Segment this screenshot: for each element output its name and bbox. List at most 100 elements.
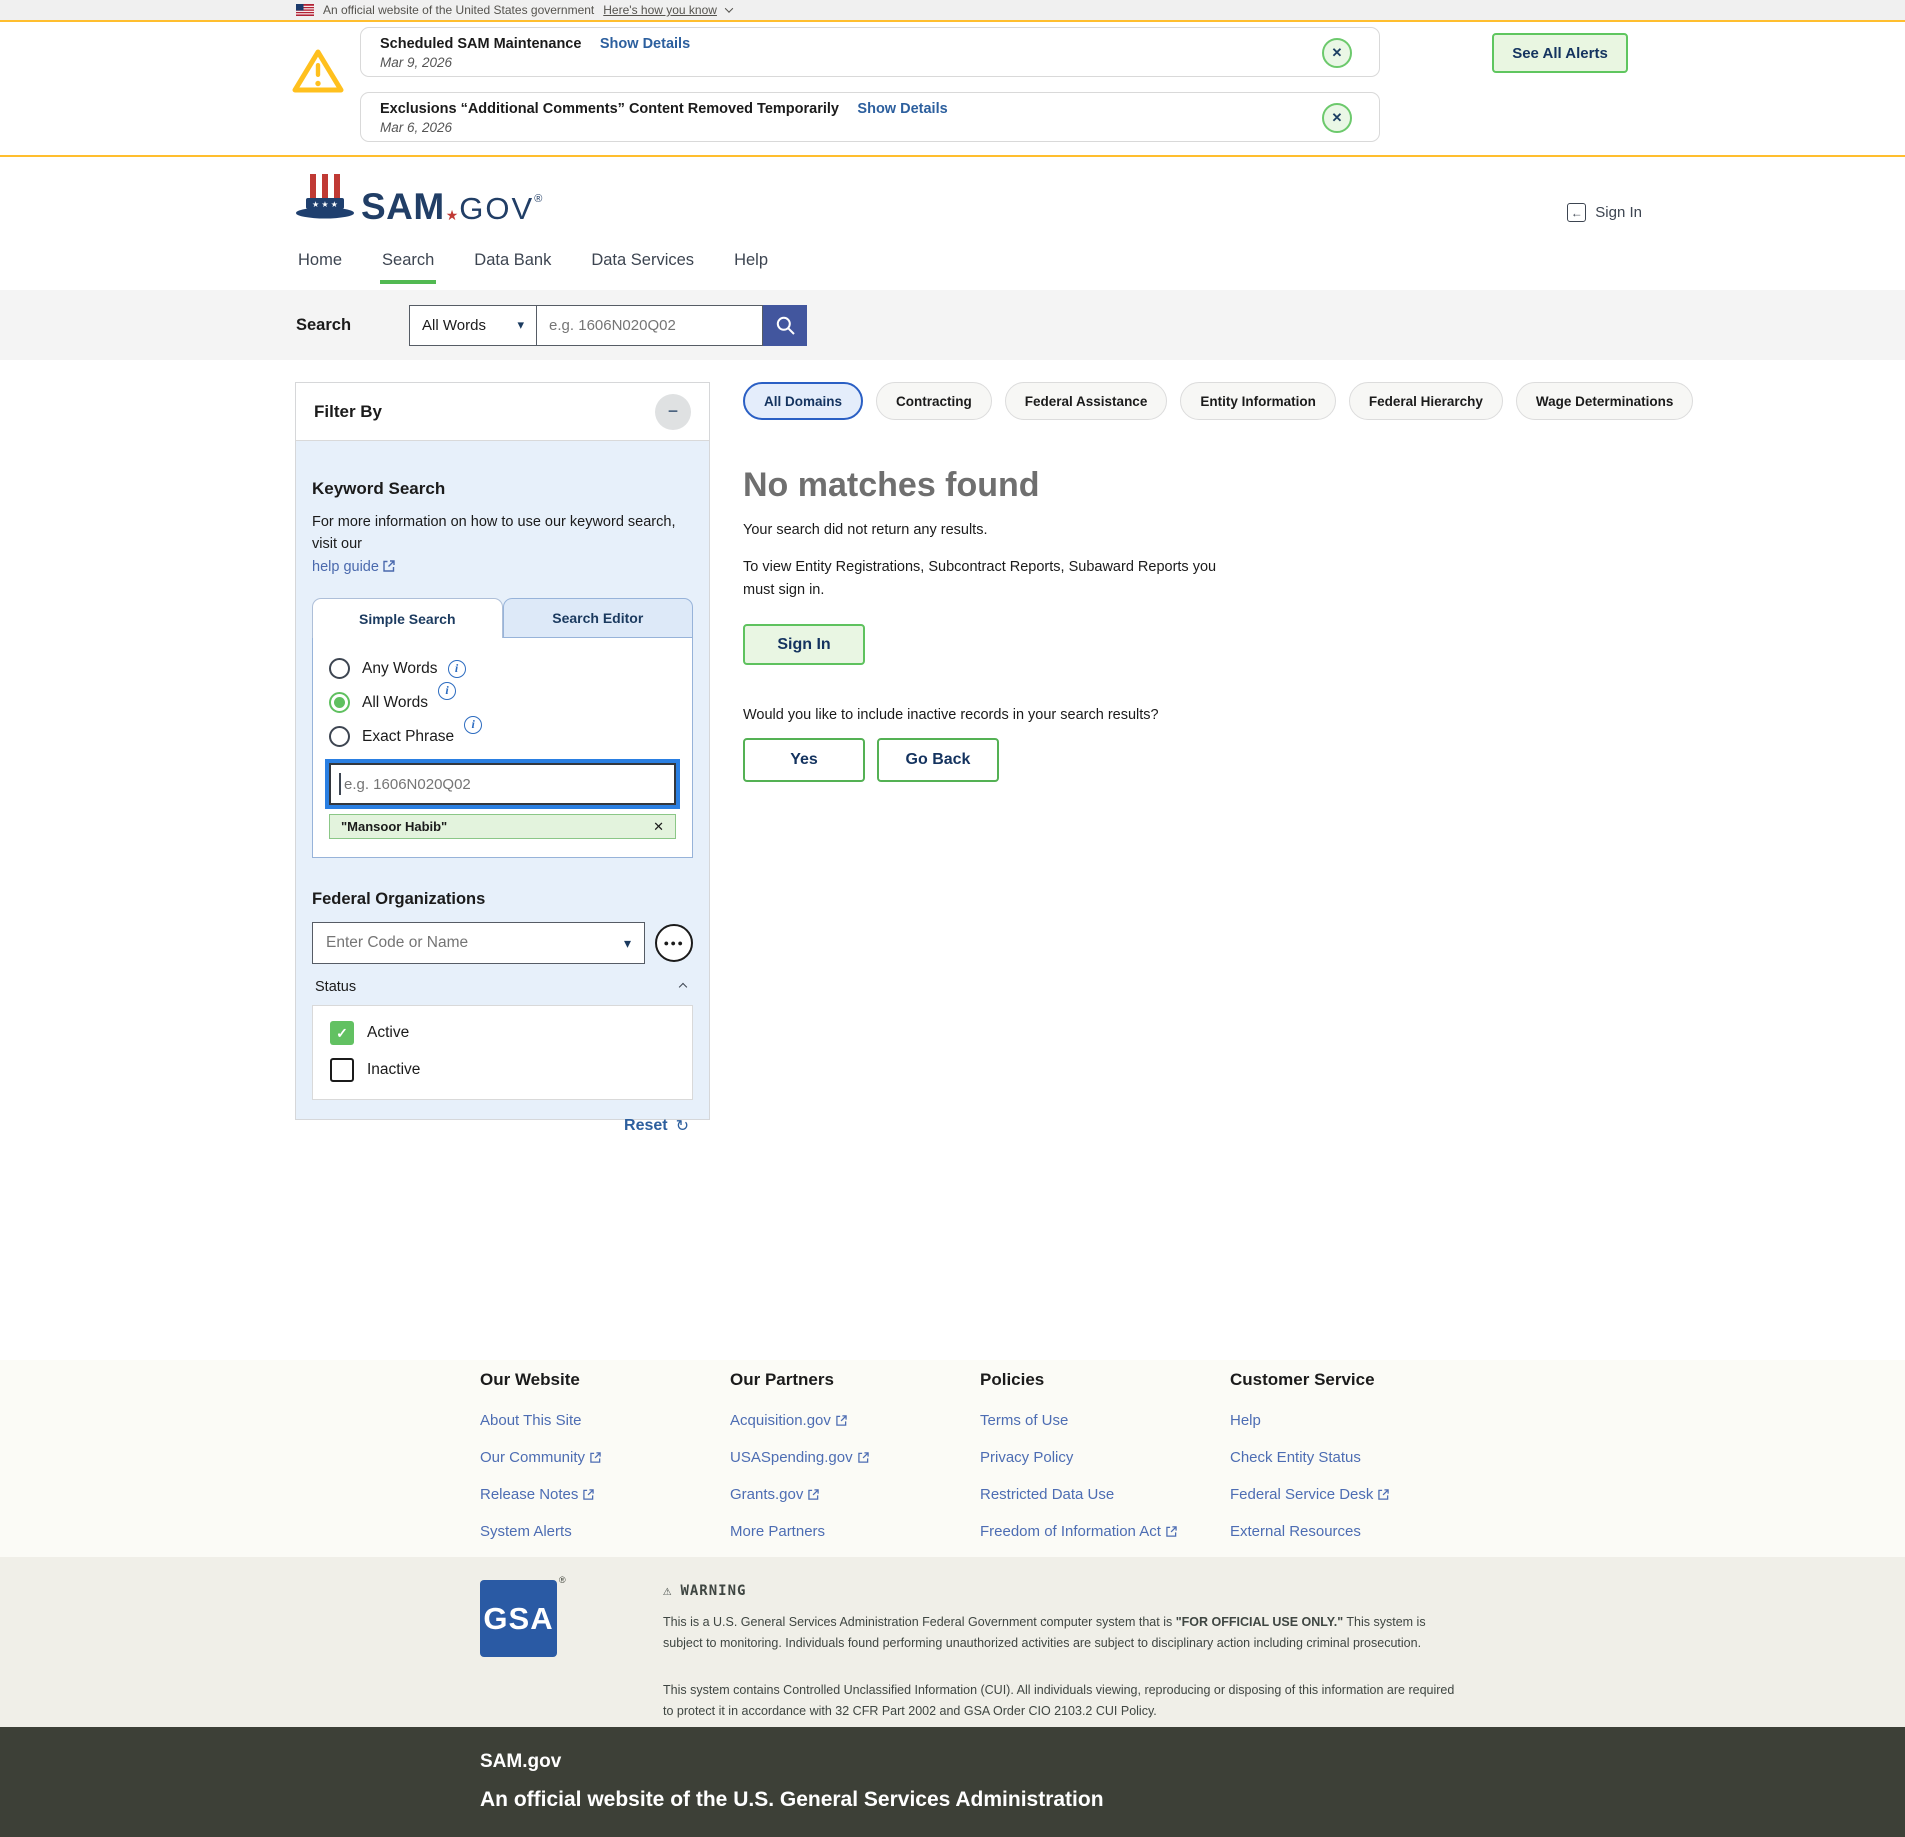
- include-inactive-question: Would you like to include inactive recor…: [743, 707, 1583, 723]
- footer-link-privacy-policy[interactable]: Privacy Policy: [980, 1449, 1230, 1466]
- see-all-alerts-button[interactable]: See All Alerts: [1492, 33, 1628, 73]
- results-sign-in-button[interactable]: Sign In: [743, 624, 865, 665]
- header-sign-in-link[interactable]: ← Sign In: [1567, 203, 1642, 222]
- domain-tab-all-domains[interactable]: All Domains: [743, 382, 863, 420]
- search-icon: [775, 315, 796, 336]
- footer-link-about-this-site[interactable]: About This Site: [480, 1412, 730, 1429]
- search-mode-select[interactable]: All Words ▾: [409, 305, 537, 346]
- chevron-down-icon: [725, 4, 733, 12]
- alert-date: Mar 9, 2026: [380, 55, 1309, 70]
- info-icon[interactable]: i: [438, 682, 456, 700]
- radio-any-words[interactable]: [329, 658, 350, 679]
- more-organizations-button[interactable]: ●●●: [655, 924, 693, 962]
- filter-by-title: Filter By: [314, 402, 382, 422]
- status-options: ✓ Active Inactive: [312, 1005, 693, 1100]
- footer-link-help[interactable]: Help: [1230, 1412, 1480, 1429]
- footer-link-restricted-data-use[interactable]: Restricted Data Use: [980, 1486, 1230, 1503]
- warning-triangle-icon: [292, 48, 344, 94]
- sign-in-required-message: To view Entity Registrations, Subcontrac…: [743, 556, 1243, 602]
- nav-item-data-bank[interactable]: Data Bank: [472, 245, 553, 280]
- sam-gov-logo[interactable]: ★ ★ ★ SAM ★ GOV ®: [293, 171, 542, 223]
- footer-link-external-resources[interactable]: External Resources: [1230, 1523, 1480, 1540]
- domain-tab-contracting[interactable]: Contracting: [876, 382, 992, 420]
- alert-exclusions: Exclusions “Additional Comments” Content…: [360, 92, 1380, 142]
- federal-orgs-combobox[interactable]: Enter Code or Name ▾: [312, 922, 645, 964]
- domain-tabs: All Domains Contracting Federal Assistan…: [743, 382, 1583, 420]
- domain-tab-entity-information[interactable]: Entity Information: [1180, 382, 1336, 420]
- logo-sam-text: SAM: [361, 190, 445, 223]
- collapse-filters-button[interactable]: −: [655, 394, 691, 430]
- no-results-message: Your search did not return any results.: [743, 522, 1583, 538]
- footer-column-heading: Policies: [980, 1370, 1230, 1390]
- top-search-input[interactable]: [537, 305, 763, 346]
- tab-search-editor[interactable]: Search Editor: [503, 598, 694, 638]
- external-link-icon: [808, 1489, 819, 1500]
- keyword-help-text: For more information on how to use our k…: [312, 511, 693, 578]
- search-submit-button[interactable]: [763, 305, 807, 346]
- keyword-search-input[interactable]: [329, 763, 676, 805]
- alert-close-button[interactable]: ✕: [1322, 38, 1352, 68]
- logo-gov-text: GOV: [459, 194, 534, 223]
- warning-paragraph-2: This system contains Controlled Unclassi…: [663, 1680, 1455, 1721]
- how-you-know-link[interactable]: Here's how you know: [603, 3, 717, 17]
- footer-link-release-notes[interactable]: Release Notes: [480, 1486, 730, 1503]
- status-section-header[interactable]: Status: [312, 979, 693, 995]
- main-nav: Home Search Data Bank Data Services Help: [0, 245, 1905, 290]
- search-strip: Search All Words ▾: [0, 290, 1905, 360]
- footer-link-usaspending-gov[interactable]: USASpending.gov: [730, 1449, 980, 1466]
- info-icon[interactable]: i: [448, 660, 466, 678]
- nav-item-help[interactable]: Help: [732, 245, 770, 280]
- domain-tab-federal-assistance[interactable]: Federal Assistance: [1005, 382, 1168, 420]
- uncle-sam-hat-icon: ★ ★ ★: [293, 171, 357, 223]
- info-icon[interactable]: i: [464, 716, 482, 734]
- footer-link-terms-of-use[interactable]: Terms of Use: [980, 1412, 1230, 1429]
- keyword-tab-content: Any Words i All Words i Exact Phrase i: [312, 638, 693, 858]
- footer-link-system-alerts[interactable]: System Alerts: [480, 1523, 730, 1540]
- keyword-tabs: Simple Search Search Editor: [312, 598, 693, 638]
- filter-panel-header: Filter By −: [296, 383, 709, 441]
- alert-close-button[interactable]: ✕: [1322, 103, 1352, 133]
- footer-link-check-entity-status[interactable]: Check Entity Status: [1230, 1449, 1480, 1466]
- yes-button[interactable]: Yes: [743, 738, 865, 782]
- keyword-search-heading: Keyword Search: [312, 479, 693, 499]
- footer-link-grants-gov[interactable]: Grants.gov: [730, 1486, 980, 1503]
- checkbox-active[interactable]: ✓: [330, 1021, 354, 1045]
- gov-banner: An official website of the United States…: [0, 0, 1905, 22]
- help-guide-link[interactable]: help guide: [312, 559, 379, 575]
- keyword-chip-label: "Mansoor Habib": [341, 819, 447, 834]
- footer-link-acquisition-gov[interactable]: Acquisition.gov: [730, 1412, 980, 1429]
- external-link-icon: [383, 560, 395, 572]
- domain-tab-federal-hierarchy[interactable]: Federal Hierarchy: [1349, 382, 1503, 420]
- checkbox-inactive[interactable]: [330, 1058, 354, 1082]
- footer-link-our-community[interactable]: Our Community: [480, 1449, 730, 1466]
- alert-title: Exclusions “Additional Comments” Content…: [380, 101, 839, 117]
- status-heading: Status: [315, 979, 356, 995]
- nav-item-home[interactable]: Home: [296, 245, 344, 280]
- footer-link-federal-service-desk[interactable]: Federal Service Desk: [1230, 1486, 1480, 1503]
- show-details-link[interactable]: Show Details: [600, 36, 690, 52]
- results-area: All Domains Contracting Federal Assistan…: [743, 382, 1583, 782]
- footer-link-more-partners[interactable]: More Partners: [730, 1523, 980, 1540]
- radio-all-words[interactable]: [329, 692, 350, 713]
- sign-in-icon: ←: [1567, 203, 1586, 222]
- alert-title: Scheduled SAM Maintenance: [380, 36, 581, 52]
- radio-exact-phrase[interactable]: [329, 726, 350, 747]
- no-matches-heading: No matches found: [743, 466, 1583, 505]
- reset-filters-link[interactable]: Reset: [624, 1117, 668, 1135]
- radio-any-words-label: Any Words: [362, 660, 438, 678]
- go-back-button[interactable]: Go Back: [877, 738, 999, 782]
- nav-item-search[interactable]: Search: [380, 245, 436, 284]
- text-cursor: [339, 773, 341, 795]
- nav-item-data-services[interactable]: Data Services: [589, 245, 696, 280]
- chip-remove-icon[interactable]: ✕: [653, 819, 664, 835]
- identity-footer: SAM.gov An official website of the U.S. …: [0, 1727, 1905, 1837]
- search-mode-value: All Words: [422, 317, 486, 334]
- search-label: Search: [296, 316, 351, 335]
- official-use-only-text: "FOR OFFICIAL USE ONLY.": [1176, 1615, 1343, 1629]
- footer-link-foia[interactable]: Freedom of Information Act: [980, 1523, 1230, 1540]
- tab-simple-search[interactable]: Simple Search: [312, 598, 503, 638]
- filter-panel: Filter By − Keyword Search For more info…: [295, 382, 710, 1120]
- domain-tab-wage-determinations[interactable]: Wage Determinations: [1516, 382, 1694, 420]
- checkbox-active-label: Active: [367, 1024, 409, 1042]
- show-details-link[interactable]: Show Details: [857, 101, 947, 117]
